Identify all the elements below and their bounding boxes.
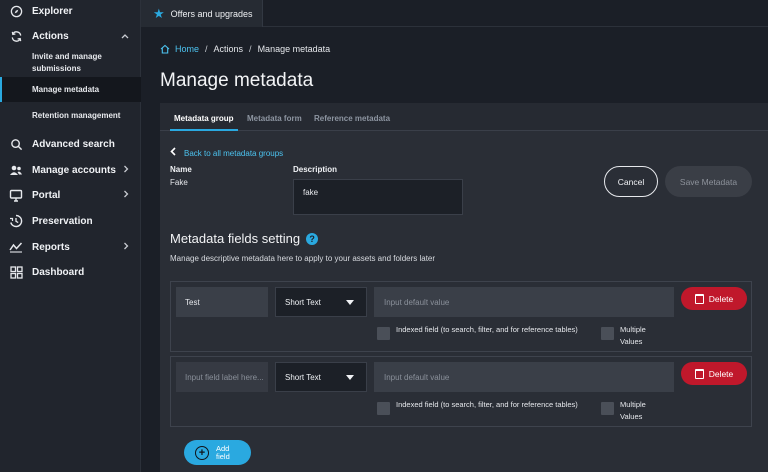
sidebar-item-reports[interactable]: Reports: [0, 240, 141, 254]
chevron-left-icon: [170, 147, 176, 159]
sidebar-item-actions[interactable]: Actions: [0, 29, 141, 43]
home-icon: [160, 44, 170, 54]
sidebar-item-preservation[interactable]: Preservation: [0, 214, 141, 228]
sidebar-subitem-retention-management[interactable]: Retention management: [0, 110, 141, 124]
field-type-value: Short Text: [285, 372, 321, 382]
field-type-select[interactable]: Short Text: [275, 362, 367, 392]
sidebar-item-label: Manage accounts: [32, 164, 116, 176]
name-label: Name: [170, 165, 192, 174]
multiple-values-checkbox[interactable]: [601, 402, 614, 415]
default-value-input[interactable]: Input default value: [374, 362, 674, 392]
delete-field-button[interactable]: Delete: [681, 287, 747, 310]
star-icon: ★: [153, 5, 165, 21]
compass-icon: [9, 4, 23, 18]
default-value-input[interactable]: Input default value: [374, 287, 674, 317]
field-type-value: Short Text: [285, 297, 321, 307]
sidebar-item-label: Actions: [32, 30, 69, 42]
delete-label: Delete: [708, 368, 734, 379]
sidebar-item-label: Dashboard: [32, 266, 85, 278]
delete-label: Delete: [708, 293, 734, 304]
chart-line-icon: [9, 240, 23, 254]
cancel-button[interactable]: Cancel: [604, 166, 658, 197]
back-link-label: Back to all metadata groups: [184, 148, 284, 158]
sidebar: Explorer Actions Invite and manage submi…: [0, 0, 141, 472]
sidebar-item-label: Portal: [32, 189, 61, 201]
active-tab-indicator: [170, 129, 238, 131]
sidebar-subitem-invite-submissions[interactable]: Invite and manage submissions: [0, 50, 141, 76]
save-metadata-button[interactable]: Save Metadata: [665, 166, 752, 197]
tab-metadata-group[interactable]: Metadata group: [174, 114, 234, 123]
trash-icon: [694, 368, 704, 379]
field-label-input[interactable]: Test: [176, 287, 268, 317]
name-value: Fake: [170, 178, 188, 187]
sidebar-subitem-manage-metadata[interactable]: Manage metadata: [0, 77, 141, 102]
sidebar-item-explorer[interactable]: Explorer: [0, 4, 141, 18]
page-title: Manage metadata: [160, 70, 314, 91]
breadcrumb: Home / Actions / Manage metadata: [160, 44, 330, 54]
breadcrumb-actions[interactable]: Actions: [214, 44, 244, 54]
add-field-label: Add field: [216, 444, 230, 461]
multiple-values-checkbox[interactable]: [601, 327, 614, 340]
preservation-icon: [9, 214, 23, 228]
multiple-values-label: Multiple Values: [620, 325, 646, 346]
sync-icon: [9, 29, 23, 43]
indexed-field-checkbox[interactable]: [377, 402, 390, 415]
breadcrumb-home[interactable]: Home: [160, 44, 199, 54]
add-field-label-line2: field: [216, 451, 230, 461]
help-icon[interactable]: ?: [306, 232, 319, 245]
metadata-panel: Metadata group Metadata form Reference m…: [160, 103, 768, 472]
search-icon: [9, 137, 23, 151]
plus-circle-icon: +: [195, 445, 209, 460]
field-label-input[interactable]: Input field label here...: [176, 362, 268, 392]
chevron-up-icon: [121, 31, 129, 42]
monitor-icon: [9, 188, 23, 202]
multiple-values-label: Multiple Values: [620, 400, 646, 421]
back-to-groups-link[interactable]: Back to all metadata groups: [170, 147, 283, 159]
breadcrumb-current: Manage metadata: [257, 44, 331, 54]
chevron-right-icon: [123, 242, 129, 253]
trash-icon: [694, 293, 704, 304]
offers-upgrades-tab[interactable]: ★ Offers and upgrades: [141, 0, 263, 27]
section-title-text: Metadata fields setting: [170, 231, 301, 246]
description-textarea[interactable]: fake: [293, 179, 463, 215]
chevron-right-icon: [123, 190, 129, 201]
people-icon: [9, 163, 23, 177]
sidebar-item-label: Reports: [32, 241, 70, 253]
sidebar-item-label: Advanced search: [32, 138, 115, 150]
fields-section-description: Manage descriptive metadata here to appl…: [170, 254, 436, 263]
sidebar-item-manage-accounts[interactable]: Manage accounts: [0, 163, 141, 177]
indexed-field-label: Indexed field (to search, filter, and fo…: [396, 400, 578, 409]
metadata-field-row: Test Short Text Input default value Dele…: [170, 281, 752, 352]
sidebar-item-dashboard[interactable]: Dashboard: [0, 265, 141, 279]
grid-icon: [9, 265, 23, 279]
fields-section-title: Metadata fields setting ?: [170, 231, 319, 246]
delete-field-button[interactable]: Delete: [681, 362, 747, 385]
sidebar-item-portal[interactable]: Portal: [0, 188, 141, 202]
breadcrumb-separator: /: [205, 44, 208, 54]
breadcrumb-home-label: Home: [175, 44, 200, 54]
breadcrumb-separator: /: [249, 44, 252, 54]
add-field-button[interactable]: + Add field: [184, 440, 251, 465]
tab-bar: Metadata group Metadata form Reference m…: [160, 103, 768, 131]
offers-label: Offers and upgrades: [170, 8, 253, 19]
caret-down-icon: [346, 300, 354, 305]
tab-metadata-form[interactable]: Metadata form: [247, 114, 302, 123]
indexed-field-checkbox[interactable]: [377, 327, 390, 340]
tab-reference-metadata[interactable]: Reference metadata: [314, 114, 390, 123]
field-type-select[interactable]: Short Text: [275, 287, 367, 317]
metadata-field-row: Input field label here... Short Text Inp…: [170, 356, 752, 427]
sidebar-item-advanced-search[interactable]: Advanced search: [0, 137, 141, 151]
sidebar-item-label: Preservation: [32, 215, 93, 227]
description-label: Description: [293, 165, 338, 174]
indexed-field-label: Indexed field (to search, filter, and fo…: [396, 325, 578, 334]
caret-down-icon: [346, 375, 354, 380]
sidebar-item-label: Explorer: [32, 5, 73, 17]
chevron-right-icon: [123, 165, 129, 176]
top-bar: ★ Offers and upgrades: [141, 0, 768, 27]
